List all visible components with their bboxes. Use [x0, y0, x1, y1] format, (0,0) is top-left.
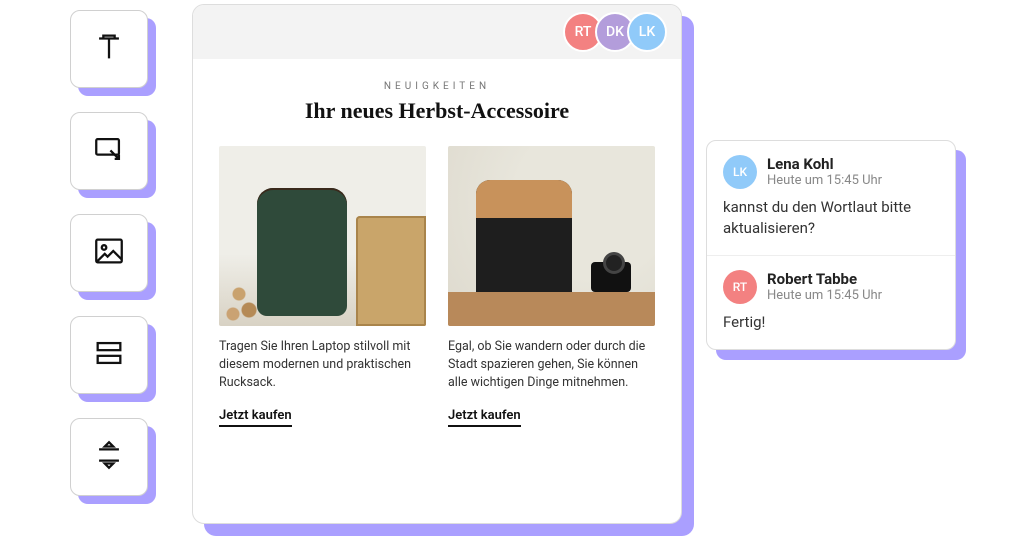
product-description[interactable]: Tragen Sie Ihren Laptop stilvoll mit die… — [219, 338, 426, 392]
avatar: RT — [723, 270, 757, 304]
button-tool-button[interactable] — [70, 112, 148, 190]
product-card: Tragen Sie Ihren Laptop stilvoll mit die… — [219, 146, 426, 427]
product-description[interactable]: Egal, ob Sie wandern oder durch die Stad… — [448, 338, 655, 392]
product-image-green-backpack[interactable] — [219, 146, 426, 326]
image-tool-button[interactable] — [70, 214, 148, 292]
editor-panel: RT DK LK NEUIGKEITEN Ihr neues Herbst-Ac… — [192, 4, 682, 524]
email-content: NEUIGKEITEN Ihr neues Herbst-Accessoire … — [193, 59, 681, 449]
text-icon — [92, 30, 126, 68]
cursor-icon — [92, 132, 126, 170]
comment-body: Fertig! — [723, 312, 939, 333]
product-row: Tragen Sie Ihren Laptop stilvoll mit die… — [219, 146, 655, 427]
spacer-tool-button[interactable] — [70, 418, 148, 496]
editor-header: RT DK LK — [193, 5, 681, 59]
comment-item[interactable]: RT Robert Tabbe Heute um 15:45 Uhr Ferti… — [707, 256, 955, 349]
spacer-icon — [92, 438, 126, 476]
comments-popover: LK Lena Kohl Heute um 15:45 Uhr kannst d… — [706, 140, 956, 350]
comment-author: Lena Kohl — [767, 155, 882, 173]
buy-link[interactable]: Jetzt kaufen — [219, 408, 292, 427]
layout-tool-button[interactable] — [70, 316, 148, 394]
editor-toolbar — [70, 10, 148, 496]
product-card: Egal, ob Sie wandern oder durch die Stad… — [448, 146, 655, 427]
comment-time: Heute um 15:45 Uhr — [767, 173, 882, 188]
avatar: LK — [723, 155, 757, 189]
image-icon — [92, 234, 126, 272]
comment-author: Robert Tabbe — [767, 270, 882, 288]
comment-time: Heute um 15:45 Uhr — [767, 288, 882, 303]
headline-text[interactable]: Ihr neues Herbst-Accessoire — [219, 98, 655, 124]
eyebrow-text[interactable]: NEUIGKEITEN — [219, 81, 655, 92]
text-tool-button[interactable] — [70, 10, 148, 88]
buy-link[interactable]: Jetzt kaufen — [448, 408, 521, 427]
avatar[interactable]: LK — [627, 12, 667, 52]
product-image-black-backpack[interactable] — [448, 146, 655, 326]
collaborator-avatars: RT DK LK — [571, 12, 667, 52]
layout-icon — [92, 336, 126, 374]
comment-item[interactable]: LK Lena Kohl Heute um 15:45 Uhr kannst d… — [707, 141, 955, 256]
comment-body: kannst du den Wortlaut bitte aktualisier… — [723, 197, 939, 239]
